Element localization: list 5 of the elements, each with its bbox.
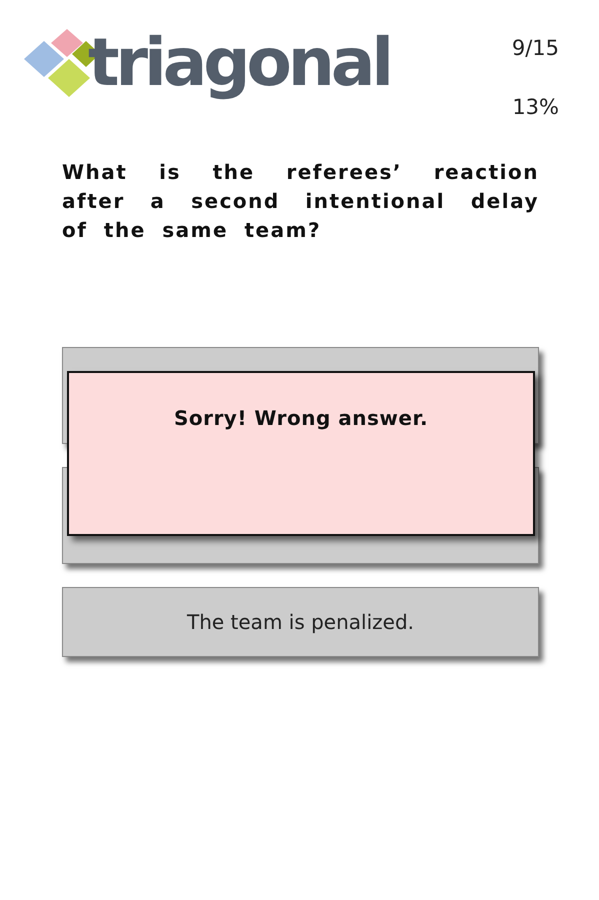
answer-button[interactable]: The team is penalized. bbox=[62, 587, 539, 657]
question-counter: 9/15 bbox=[512, 38, 559, 59]
feedback-message: Sorry! Wrong answer. bbox=[174, 406, 428, 430]
question-text: What is the referees’ reaction after a second intentional delay of the same team? bbox=[62, 159, 539, 244]
progress-percent: 13% bbox=[512, 97, 559, 118]
